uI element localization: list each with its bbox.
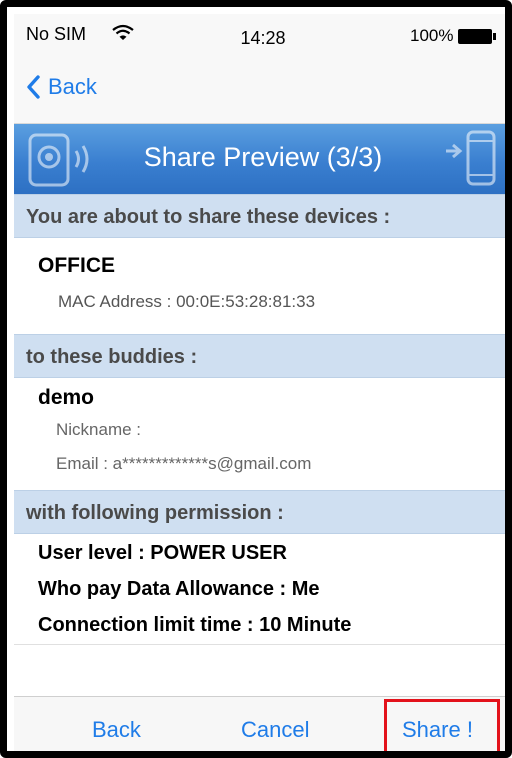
status-bar: No SIM 14:28 100% xyxy=(14,14,505,54)
battery-percent: 100% xyxy=(410,26,454,45)
divider xyxy=(14,644,505,645)
permission-connection-limit: Connection limit time : 10 Minute xyxy=(38,614,352,636)
page-title: Share Preview (3/3) xyxy=(143,142,383,172)
buddy-email: Email : a*************s@gmail.com xyxy=(56,454,312,473)
device-name: OFFICE xyxy=(38,254,115,277)
phone-share-icon xyxy=(444,129,500,194)
navigation-bar: Back xyxy=(14,54,505,124)
permission-data-allowance: Who pay Data Allowance : Me xyxy=(38,578,320,600)
bottom-toolbar: Back Cancel Share ! xyxy=(14,696,505,751)
battery-icon xyxy=(458,29,492,44)
buddy-name: demo xyxy=(38,386,95,409)
chevron-left-icon xyxy=(27,75,40,99)
battery-tip xyxy=(493,33,496,40)
back-button[interactable]: Back xyxy=(92,717,141,743)
title-banner: Share Preview (3/3) xyxy=(14,124,505,194)
device-frame: No SIM 14:28 100% Back Share Preview (3/… xyxy=(0,0,512,758)
nav-back-label: Back xyxy=(48,74,97,99)
buddy-nickname: Nickname : xyxy=(56,420,142,439)
nav-back-button[interactable]: Back xyxy=(26,74,97,100)
buddies-section-header: to these buddies : xyxy=(14,334,505,378)
share-button[interactable]: Share ! xyxy=(402,717,473,743)
device-mac-address: MAC Address : 00:0E:53:28:81:33 xyxy=(58,292,316,311)
permission-section-header: with following permission : xyxy=(14,490,505,534)
devices-section-header: You are about to share these devices : xyxy=(14,194,505,238)
permission-user-level: User level : POWER USER xyxy=(38,542,287,564)
cancel-button[interactable]: Cancel xyxy=(241,717,309,743)
screen: No SIM 14:28 100% Back Share Preview (3/… xyxy=(14,14,505,751)
